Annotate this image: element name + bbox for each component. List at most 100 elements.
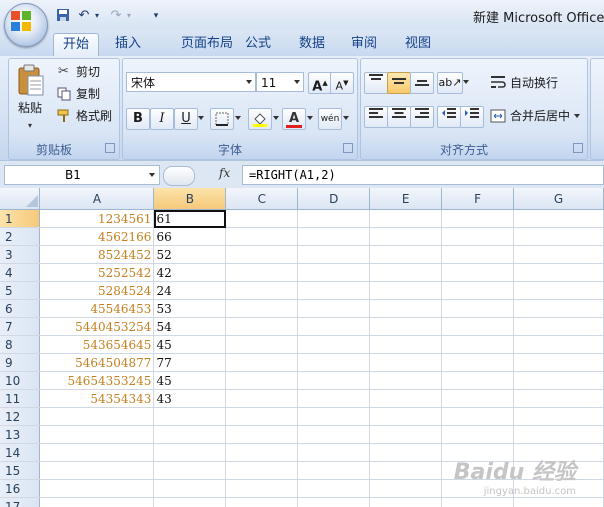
tab-view[interactable]: 视图 (398, 33, 438, 55)
align-left-button[interactable] (364, 106, 388, 128)
empty-cell[interactable] (369, 461, 443, 480)
empty-cell[interactable] (441, 299, 515, 318)
active-cell[interactable]: 61 (153, 209, 227, 228)
paste-dropdown-icon[interactable]: ▾ (28, 121, 32, 130)
redo-icon[interactable]: ↷ (108, 8, 124, 24)
empty-cell[interactable] (225, 299, 299, 318)
formula-bar-separator[interactable] (163, 166, 195, 186)
cell-b[interactable]: 24 (153, 281, 227, 300)
copy-button[interactable]: 复制 (76, 85, 100, 103)
empty-cell[interactable] (297, 389, 371, 408)
empty-cell[interactable] (513, 389, 604, 408)
cell-b[interactable] (153, 479, 227, 498)
empty-cell[interactable] (369, 425, 443, 444)
cell-a[interactable]: 543654645 (39, 335, 155, 354)
row-header[interactable]: 15 (0, 461, 41, 480)
undo-dropdown-icon[interactable]: ▾ (93, 8, 101, 24)
font-color-dropdown-icon[interactable] (307, 116, 313, 120)
empty-cell[interactable] (225, 443, 299, 462)
cell-b[interactable] (153, 407, 227, 426)
customize-quick-access-icon[interactable]: ▾ (150, 8, 162, 24)
alignment-launcher-icon[interactable] (573, 143, 583, 153)
empty-cell[interactable] (297, 407, 371, 426)
empty-cell[interactable] (513, 227, 604, 246)
empty-cell[interactable] (225, 317, 299, 336)
empty-cell[interactable] (441, 317, 515, 336)
font-name-dropdown[interactable]: 宋体 (126, 72, 256, 92)
empty-cell[interactable] (513, 371, 604, 390)
font-color-button[interactable]: A (282, 108, 306, 130)
decrease-indent-button[interactable] (437, 106, 461, 128)
empty-cell[interactable] (441, 389, 515, 408)
cell-a[interactable]: 1234561 (39, 209, 155, 228)
empty-cell[interactable] (225, 353, 299, 372)
empty-cell[interactable] (369, 245, 443, 264)
row-header[interactable]: 7 (0, 317, 41, 336)
cell-a[interactable]: 5252542 (39, 263, 155, 282)
row-header[interactable]: 4 (0, 263, 41, 282)
grow-font-button[interactable]: A▲ (308, 72, 332, 94)
empty-cell[interactable] (369, 317, 443, 336)
align-top-button[interactable] (364, 72, 388, 94)
empty-cell[interactable] (297, 317, 371, 336)
row-header[interactable]: 10 (0, 371, 41, 390)
cell-a[interactable] (39, 425, 155, 444)
cut-button[interactable]: 剪切 (76, 63, 100, 81)
empty-cell[interactable] (441, 371, 515, 390)
align-middle-button[interactable] (387, 72, 411, 94)
increase-indent-button[interactable] (460, 106, 484, 128)
save-icon[interactable] (56, 8, 70, 24)
font-launcher-icon[interactable] (343, 143, 353, 153)
align-bottom-button[interactable] (410, 72, 434, 94)
empty-cell[interactable] (513, 335, 604, 354)
row-header[interactable]: 5 (0, 281, 41, 300)
merge-dropdown-icon[interactable] (574, 114, 580, 118)
empty-cell[interactable] (225, 281, 299, 300)
phonetic-button[interactable]: wén (318, 108, 342, 130)
cell-a[interactable]: 54654353245 (39, 371, 155, 390)
empty-cell[interactable] (225, 227, 299, 246)
align-right-button[interactable] (410, 106, 434, 128)
empty-cell[interactable] (513, 209, 604, 228)
row-header[interactable]: 1 (0, 209, 41, 228)
empty-cell[interactable] (297, 245, 371, 264)
empty-cell[interactable] (225, 407, 299, 426)
bold-button[interactable]: B (126, 108, 150, 130)
cell-a[interactable]: 45546453 (39, 299, 155, 318)
empty-cell[interactable] (297, 227, 371, 246)
empty-cell[interactable] (297, 371, 371, 390)
empty-cell[interactable] (441, 353, 515, 372)
align-center-button[interactable] (387, 106, 411, 128)
column-header-g[interactable]: G (513, 188, 604, 210)
cell-b[interactable]: 43 (153, 389, 227, 408)
empty-cell[interactable] (225, 335, 299, 354)
empty-cell[interactable] (369, 227, 443, 246)
empty-cell[interactable] (441, 227, 515, 246)
insert-function-icon[interactable]: fx (219, 166, 230, 180)
empty-cell[interactable] (297, 479, 371, 498)
row-header[interactable]: 16 (0, 479, 41, 498)
cell-b[interactable]: 66 (153, 227, 227, 246)
cell-a[interactable] (39, 407, 155, 426)
empty-cell[interactable] (297, 353, 371, 372)
fill-color-button[interactable] (248, 108, 272, 130)
empty-cell[interactable] (441, 209, 515, 228)
row-header[interactable]: 13 (0, 425, 41, 444)
tab-home[interactable]: 开始 (53, 33, 99, 56)
redo-dropdown-icon[interactable]: ▾ (125, 8, 133, 24)
wrap-text-button[interactable]: 自动换行 (510, 74, 558, 92)
empty-cell[interactable] (441, 425, 515, 444)
empty-cell[interactable] (369, 281, 443, 300)
orientation-button[interactable]: ab↗ (437, 72, 463, 94)
cell-b[interactable]: 45 (153, 335, 227, 354)
empty-cell[interactable] (513, 317, 604, 336)
cell-a[interactable] (39, 479, 155, 498)
column-header-d[interactable]: D (297, 188, 371, 210)
cell-a[interactable]: 5284524 (39, 281, 155, 300)
empty-cell[interactable] (297, 425, 371, 444)
row-header[interactable]: 3 (0, 245, 41, 264)
column-header-e[interactable]: E (369, 188, 443, 210)
column-header-a[interactable]: A (39, 188, 155, 210)
cell-b[interactable]: 53 (153, 299, 227, 318)
orientation-dropdown-icon[interactable] (463, 80, 469, 84)
